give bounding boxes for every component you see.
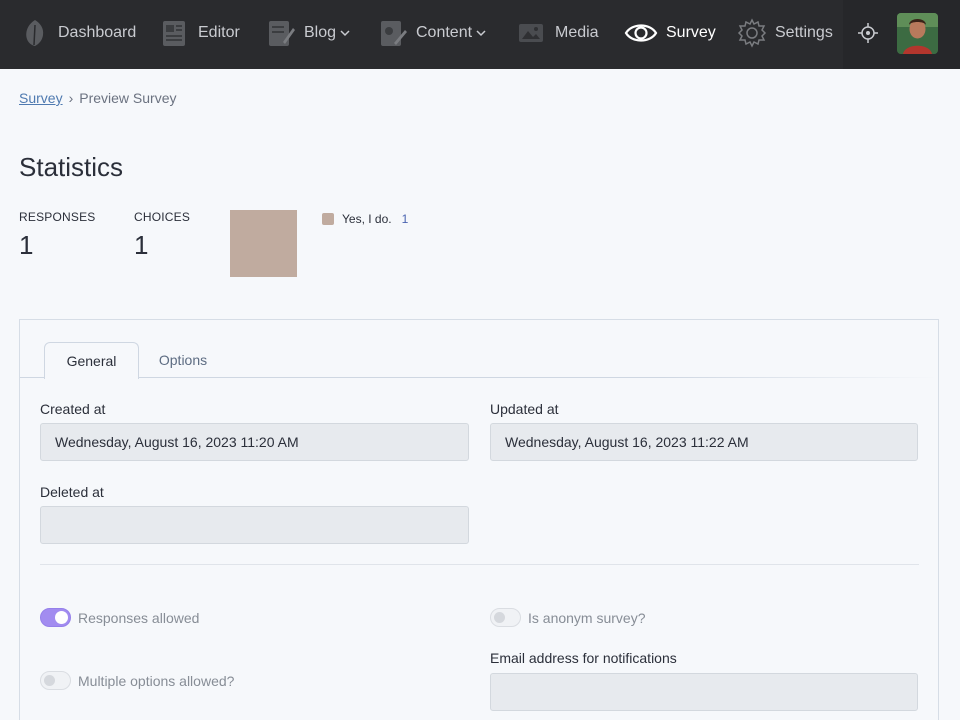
section-divider xyxy=(40,564,919,565)
email-notifications-label: Email address for notifications xyxy=(490,650,677,666)
updated-at-field[interactable]: Wednesday, August 16, 2023 11:22 AM xyxy=(490,423,918,461)
multiple-options-toggle[interactable] xyxy=(40,671,71,690)
newspaper-icon xyxy=(160,18,190,48)
nav-label: Settings xyxy=(775,23,833,41)
deleted-at-label: Deleted at xyxy=(40,484,104,500)
created-at-field[interactable]: Wednesday, August 16, 2023 11:20 AM xyxy=(40,423,469,461)
stat-label: CHOICES xyxy=(134,210,191,224)
breadcrumb-separator: › xyxy=(68,90,74,106)
nav-item-content[interactable]: Content xyxy=(378,0,486,65)
eye-icon xyxy=(624,18,658,48)
image-icon xyxy=(517,18,547,48)
anonym-survey-row: Is anonym survey? xyxy=(490,608,646,627)
breadcrumb-current: Preview Survey xyxy=(79,90,177,106)
nav-item-editor[interactable]: Editor xyxy=(160,0,240,65)
nav-label: Dashboard xyxy=(58,23,137,41)
nav-label: Media xyxy=(555,23,599,41)
anonym-survey-label: Is anonym survey? xyxy=(528,609,646,626)
nav-item-dashboard[interactable]: Dashboard xyxy=(20,0,136,65)
survey-details-card: General Options Created at Wednesday, Au… xyxy=(19,319,939,720)
chevron-down-icon xyxy=(340,28,350,38)
stat-label: RESPONSES xyxy=(19,210,96,224)
avatar[interactable] xyxy=(897,13,938,54)
stat-value: 1 xyxy=(134,230,149,260)
breadcrumb: Survey › Preview Survey xyxy=(19,90,177,106)
locate-icon[interactable] xyxy=(855,20,881,46)
tab-general[interactable]: General xyxy=(44,342,139,379)
updated-at-label: Updated at xyxy=(490,401,559,417)
nav-label: Survey xyxy=(666,23,716,41)
nav-item-survey[interactable]: Survey xyxy=(624,0,716,65)
multiple-options-row: Multiple options allowed? xyxy=(40,671,234,690)
responses-allowed-label: Responses allowed xyxy=(78,609,200,626)
nav-label: Blog xyxy=(304,23,337,41)
legend-count: 1 xyxy=(401,212,409,226)
leaf-icon xyxy=(20,18,50,48)
nav-label: Content xyxy=(416,23,473,41)
email-notifications-field[interactable] xyxy=(490,673,918,711)
deleted-at-field[interactable] xyxy=(40,506,469,544)
nav-label: Editor xyxy=(198,23,240,41)
legend-label: Yes, I do. xyxy=(342,212,392,226)
chart-slice xyxy=(230,210,297,277)
page-title: Statistics xyxy=(19,152,124,182)
stat-value: 1 xyxy=(19,230,34,260)
chart-legend: Yes, I do. 1 xyxy=(322,212,408,226)
multiple-options-label: Multiple options allowed? xyxy=(78,672,235,689)
tab-options[interactable]: Options xyxy=(150,342,216,378)
created-at-label: Created at xyxy=(40,401,106,417)
nav-item-media[interactable]: Media xyxy=(517,0,599,65)
stat-choices: CHOICES 1 xyxy=(134,210,190,261)
breadcrumb-survey-link[interactable]: Survey xyxy=(19,90,63,106)
stat-responses: RESPONSES 1 xyxy=(19,210,96,261)
nav-item-blog[interactable]: Blog xyxy=(266,0,350,65)
nav-item-settings[interactable]: Settings xyxy=(737,0,833,65)
top-navbar: Dashboard Editor Blog Content Media Surv… xyxy=(0,0,960,69)
responses-allowed-toggle[interactable] xyxy=(40,608,71,627)
gear-icon xyxy=(737,17,767,48)
document-edit-icon xyxy=(266,18,296,48)
content-edit-icon xyxy=(378,18,408,48)
chevron-down-icon xyxy=(476,28,486,38)
anonym-survey-toggle[interactable] xyxy=(490,608,521,627)
responses-allowed-row: Responses allowed xyxy=(40,608,199,627)
legend-swatch xyxy=(322,213,334,225)
